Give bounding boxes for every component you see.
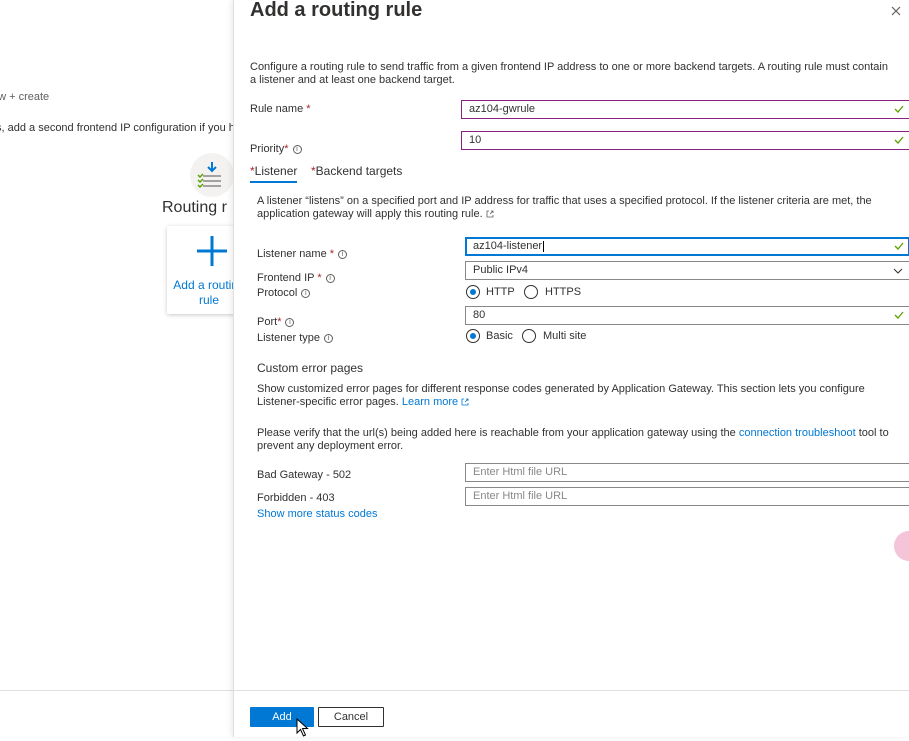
external-link-icon	[461, 398, 469, 406]
rule-name-label: Rule name *	[250, 103, 311, 115]
checkmark-icon	[894, 136, 904, 144]
info-icon[interactable]: i	[323, 333, 333, 343]
chevron-down-icon	[893, 268, 903, 274]
port-label: Port* i	[257, 316, 295, 329]
protocol-http-radio[interactable]	[466, 285, 480, 299]
protocol-label: Protocol i	[257, 287, 311, 300]
tab-listener[interactable]: *Listener	[250, 164, 298, 183]
add-routing-rule-card[interactable]: Add a routing rule	[167, 226, 233, 314]
listener-name-input[interactable]: az104-listener	[465, 237, 909, 256]
connection-troubleshoot-link[interactable]: connection troubleshoot	[739, 427, 856, 439]
background-blade: ew + create s, add a second frontend IP …	[0, 0, 233, 737]
close-icon	[891, 6, 901, 16]
protocol-https-radio[interactable]	[524, 285, 538, 299]
close-button[interactable]	[887, 2, 905, 20]
protocol-https-label: HTTPS	[545, 286, 582, 298]
routing-rules-icon	[190, 153, 233, 197]
frontend-ip-select[interactable]: Public IPv4	[465, 261, 909, 280]
forbidden-url-input[interactable]: Enter Html file URL	[465, 487, 909, 506]
info-icon[interactable]: i	[325, 273, 335, 283]
custom-error-heading: Custom error pages	[257, 361, 364, 375]
checkmark-icon	[894, 311, 904, 319]
routing-rules-title: Routing r	[162, 199, 227, 216]
rule-name-input[interactable]: az104-gwrule	[461, 100, 909, 119]
port-input[interactable]: 80	[465, 306, 909, 325]
tab-backend-targets[interactable]: *Backend targets	[311, 164, 402, 178]
add-routing-rule-card-label: Add a routing rule	[173, 278, 233, 307]
listener-name-label: Listener name * i	[257, 248, 348, 261]
info-icon[interactable]: i	[285, 317, 295, 327]
listener-type-multisite-label: Multi site	[543, 330, 587, 342]
divider	[0, 690, 233, 691]
external-link-icon	[486, 210, 494, 218]
learn-more-link[interactable]: Learn more	[402, 396, 458, 408]
listener-type-label: Listener type i	[257, 332, 333, 345]
priority-input[interactable]: 10	[461, 131, 909, 150]
breadcrumb: ew + create	[0, 91, 50, 103]
forbidden-label: Forbidden - 403	[257, 492, 335, 504]
plus-icon	[195, 234, 229, 271]
info-icon[interactable]: i	[338, 249, 348, 259]
custom-error-description: Show customized error pages for differen…	[257, 383, 865, 408]
footer-divider	[234, 690, 909, 691]
frontend-ip-label: Frontend IP * i	[257, 272, 335, 285]
verify-text: Please verify that the url(s) being adde…	[257, 427, 889, 452]
frontend-hint-text: s, add a second frontend IP configuratio…	[0, 122, 233, 134]
checkmark-icon	[894, 242, 904, 250]
info-icon[interactable]: i	[292, 144, 302, 154]
listener-type-multisite-radio[interactable]	[522, 329, 536, 343]
panel-title: Add a routing rule	[250, 0, 423, 21]
show-more-status-codes-link[interactable]: Show more status codes	[257, 508, 377, 521]
listener-description: A listener “listens” on a specified port…	[257, 195, 872, 220]
info-icon[interactable]: i	[301, 288, 311, 298]
bad-gateway-url-input[interactable]: Enter Html file URL	[465, 463, 909, 482]
priority-label: Priority* i	[250, 143, 302, 156]
mouse-cursor-icon	[296, 717, 310, 741]
cancel-button[interactable]: Cancel	[318, 707, 384, 727]
listener-type-basic-radio[interactable]	[466, 329, 480, 343]
listener-type-basic-label: Basic	[486, 330, 513, 342]
bad-gateway-label: Bad Gateway - 502	[257, 469, 352, 481]
checkmark-icon	[894, 105, 904, 113]
panel-description: Configure a routing rule to send traffic…	[250, 61, 888, 86]
protocol-http-label: HTTP	[486, 286, 515, 298]
add-routing-rule-panel: Add a routing rule Configure a routing r…	[233, 0, 909, 737]
